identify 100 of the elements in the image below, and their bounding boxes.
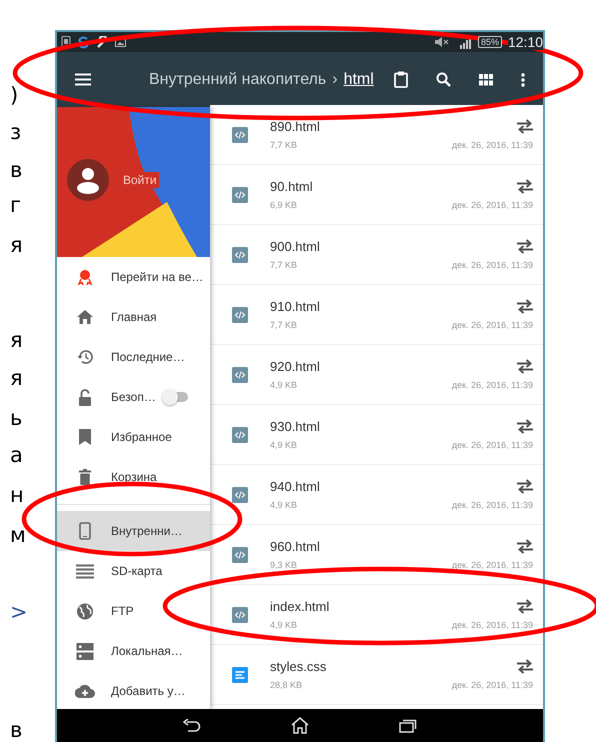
file-date: дек. 26, 2016, 11:39 [452, 380, 533, 390]
sign-in-link[interactable]: Войти [121, 172, 159, 188]
transfer-icon[interactable] [517, 119, 533, 134]
file-row[interactable]: 910.html 7,7 KB дек. 26, 2016, 11:39 [210, 285, 543, 345]
file-row[interactable]: styles.css 28,8 KB дек. 26, 2016, 11:39 [210, 645, 543, 705]
drawer-item[interactable]: Добавить у… [57, 671, 210, 711]
file-name: 930.html [270, 419, 320, 434]
breadcrumb-current[interactable]: html [344, 70, 374, 88]
file-size: 7,7 KB [270, 140, 298, 150]
file-row[interactable]: 900.html 7,7 KB дек. 26, 2016, 11:39 [210, 225, 543, 285]
transfer-icon[interactable] [517, 359, 533, 374]
file-name: 920.html [270, 359, 320, 374]
wrench-icon [96, 36, 109, 48]
file-size: 6,9 KB [270, 200, 298, 210]
history-icon [75, 349, 95, 365]
home-icon[interactable] [291, 717, 309, 734]
file-row[interactable]: index.html 4,9 KB дек. 26, 2016, 11:39 [210, 585, 543, 645]
page-text-fragment: з [10, 119, 22, 145]
drawer-item[interactable]: Главная [57, 297, 210, 337]
server-icon [75, 642, 95, 660]
menu-icon[interactable] [75, 73, 91, 86]
file-size: 4,9 KB [270, 440, 298, 450]
file-row[interactable]: 920.html 4,9 KB дек. 26, 2016, 11:39 [210, 345, 543, 405]
file-date: дек. 26, 2016, 11:39 [452, 440, 533, 450]
code-file-icon [232, 186, 248, 202]
page-text-fragment: а [10, 442, 23, 468]
file-size: 4,9 KB [270, 620, 298, 630]
code-file-icon [232, 246, 248, 262]
cloud-add-icon [75, 684, 95, 698]
drawer-item[interactable]: Перейти на ве… [57, 257, 210, 297]
file-name: 940.html [270, 479, 320, 494]
drawer-item[interactable]: Безоп… [57, 377, 210, 417]
drawer-item[interactable]: SD-карта [57, 551, 210, 591]
code-file-icon [232, 306, 248, 322]
breadcrumb-separator: › [332, 70, 338, 88]
page-text-fragment: я [10, 327, 23, 353]
search-icon[interactable] [436, 72, 451, 87]
file-size: 4,9 KB [270, 500, 298, 510]
file-size: 9,3 KB [270, 560, 298, 570]
transfer-icon[interactable] [517, 659, 533, 674]
breadcrumb-link[interactable]: Внутренний накопитель [149, 70, 326, 88]
page-text-fragment: > [10, 599, 28, 625]
code-file-icon [232, 546, 248, 562]
clipboard-icon[interactable] [394, 71, 408, 88]
file-name: styles.css [270, 659, 326, 674]
file-row[interactable]: 930.html 4,9 KB дек. 26, 2016, 11:39 [210, 405, 543, 465]
file-name: 900.html [270, 239, 320, 254]
text-file-icon [232, 666, 248, 682]
page-text-fragment: ь [10, 405, 22, 431]
file-row[interactable]: 890.html 7,7 KB дек. 26, 2016, 11:39 [210, 105, 543, 165]
transfer-icon[interactable] [517, 419, 533, 434]
drawer-item[interactable]: Корзина [57, 457, 210, 497]
file-date: дек. 26, 2016, 11:39 [452, 320, 533, 330]
recent-apps-icon[interactable] [399, 718, 417, 732]
more-options-icon[interactable] [521, 72, 525, 86]
page-text-fragment: в [10, 157, 22, 183]
transfer-icon[interactable] [517, 179, 533, 194]
file-size: 4,9 KB [270, 380, 298, 390]
file-row[interactable]: 90.html 6,9 KB дек. 26, 2016, 11:39 [210, 165, 543, 225]
file-size: 28,8 KB [270, 680, 302, 690]
grid-view-icon[interactable] [479, 74, 493, 86]
drawer-item[interactable]: Локальная… [57, 631, 210, 671]
transfer-icon[interactable] [517, 599, 533, 614]
award-icon [75, 269, 95, 285]
file-date: дек. 26, 2016, 11:39 [452, 200, 533, 210]
transfer-icon[interactable] [517, 479, 533, 494]
toggle-switch[interactable] [164, 392, 188, 402]
transfer-icon[interactable] [517, 299, 533, 314]
page-text-fragment: н [10, 482, 24, 508]
mute-icon [434, 36, 450, 48]
back-icon[interactable] [183, 718, 201, 732]
transfer-icon[interactable] [517, 239, 533, 254]
file-name: 90.html [270, 179, 313, 194]
page-text-fragment: м [10, 522, 26, 548]
code-file-icon [232, 606, 248, 622]
drawer-item[interactable]: Последние… [57, 337, 210, 377]
drawer-item[interactable]: Избранное [57, 417, 210, 457]
file-date: дек. 26, 2016, 11:39 [452, 620, 533, 630]
file-name: 960.html [270, 539, 320, 554]
code-file-icon [232, 486, 248, 502]
globe-icon [75, 602, 95, 620]
file-date: дек. 26, 2016, 11:39 [452, 140, 533, 150]
file-row[interactable]: 960.html 9,3 KB дек. 26, 2016, 11:39 [210, 525, 543, 585]
file-size: 7,7 KB [270, 260, 298, 270]
clock: 12:10 [508, 34, 543, 50]
battery-level: 85% [478, 36, 502, 48]
transfer-icon[interactable] [517, 539, 533, 554]
file-date: дек. 26, 2016, 11:39 [452, 680, 533, 690]
drawer-item[interactable]: Внутренни… [57, 511, 210, 551]
file-size: 7,7 KB [270, 320, 298, 330]
avatar-icon[interactable] [67, 159, 109, 201]
file-date: дек. 26, 2016, 11:39 [452, 500, 533, 510]
page-text-fragment: ) [10, 82, 18, 108]
drawer-item[interactable]: FTP [57, 591, 210, 631]
code-file-icon [232, 426, 248, 442]
file-row[interactable]: 940.html 4,9 KB дек. 26, 2016, 11:39 [210, 465, 543, 525]
page-text-fragment: г [10, 192, 22, 218]
s-logo-icon [77, 36, 90, 48]
phone-icon [61, 36, 71, 48]
file-date: дек. 26, 2016, 11:39 [452, 560, 533, 570]
